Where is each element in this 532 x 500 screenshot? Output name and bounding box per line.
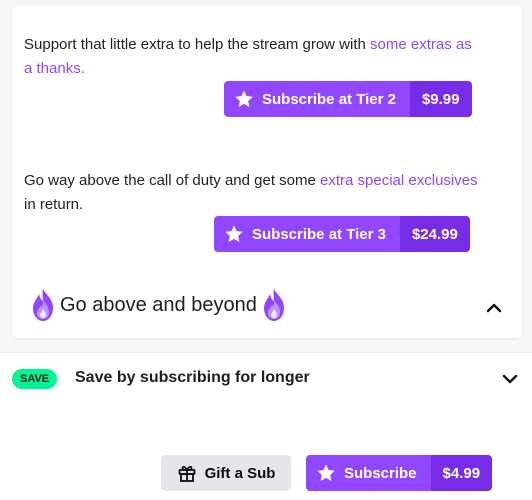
save-badge: SAVE bbox=[12, 369, 58, 389]
subscribe-label: Subscribe bbox=[344, 464, 417, 482]
tier2-description-text: Support that little extra to help the st… bbox=[24, 36, 371, 53]
star-icon bbox=[224, 224, 244, 244]
tier3-description-suffix: in return. bbox=[24, 196, 84, 213]
save-longer-label: Save by subscribing for longer bbox=[75, 369, 310, 386]
chevron-down-icon[interactable] bbox=[502, 372, 518, 384]
tier3-description-accent: extra special exclusives bbox=[320, 172, 478, 189]
tier3-description-text: Go way above the call of duty and get so… bbox=[24, 172, 321, 189]
section-header[interactable]: Go above and beyond bbox=[28, 288, 289, 322]
subscribe-tier3-button[interactable]: Subscribe at Tier 3 $24.99 bbox=[214, 216, 470, 252]
gift-sub-button[interactable]: Gift a Sub bbox=[161, 455, 291, 491]
tier3-description: Go way above the call of duty and get so… bbox=[24, 169, 484, 217]
tier2-description: Support that little extra to help the st… bbox=[24, 33, 484, 81]
star-icon bbox=[234, 89, 254, 109]
subscribe-main[interactable]: Subscribe bbox=[306, 455, 431, 491]
subscribe-button[interactable]: Subscribe $4.99 bbox=[306, 455, 493, 491]
subscribe-tier2-main[interactable]: Subscribe at Tier 2 bbox=[224, 81, 410, 117]
subscribe-tier2-price[interactable]: $9.99 bbox=[409, 81, 472, 117]
subscribe-tier3-price[interactable]: $24.99 bbox=[399, 216, 470, 252]
star-icon bbox=[316, 463, 336, 483]
subscribe-tier3-main[interactable]: Subscribe at Tier 3 bbox=[214, 216, 400, 252]
purple-flame-icon bbox=[28, 288, 58, 322]
gift-sub-label: Gift a Sub bbox=[204, 464, 276, 482]
section-title: Go above and beyond bbox=[60, 293, 257, 316]
save-longer-row[interactable]: SAVE Save by subscribing for longer bbox=[0, 352, 532, 406]
subscribe-price[interactable]: $4.99 bbox=[430, 455, 493, 491]
gift-icon bbox=[177, 463, 197, 483]
chevron-up-icon[interactable] bbox=[486, 300, 502, 313]
subscribe-tier2-button[interactable]: Subscribe at Tier 2 $9.99 bbox=[224, 81, 472, 117]
subscribe-tier2-label: Subscribe at Tier 2 bbox=[262, 90, 396, 108]
subscribe-tier3-label: Subscribe at Tier 3 bbox=[252, 225, 386, 243]
purple-flame-icon bbox=[259, 288, 289, 322]
